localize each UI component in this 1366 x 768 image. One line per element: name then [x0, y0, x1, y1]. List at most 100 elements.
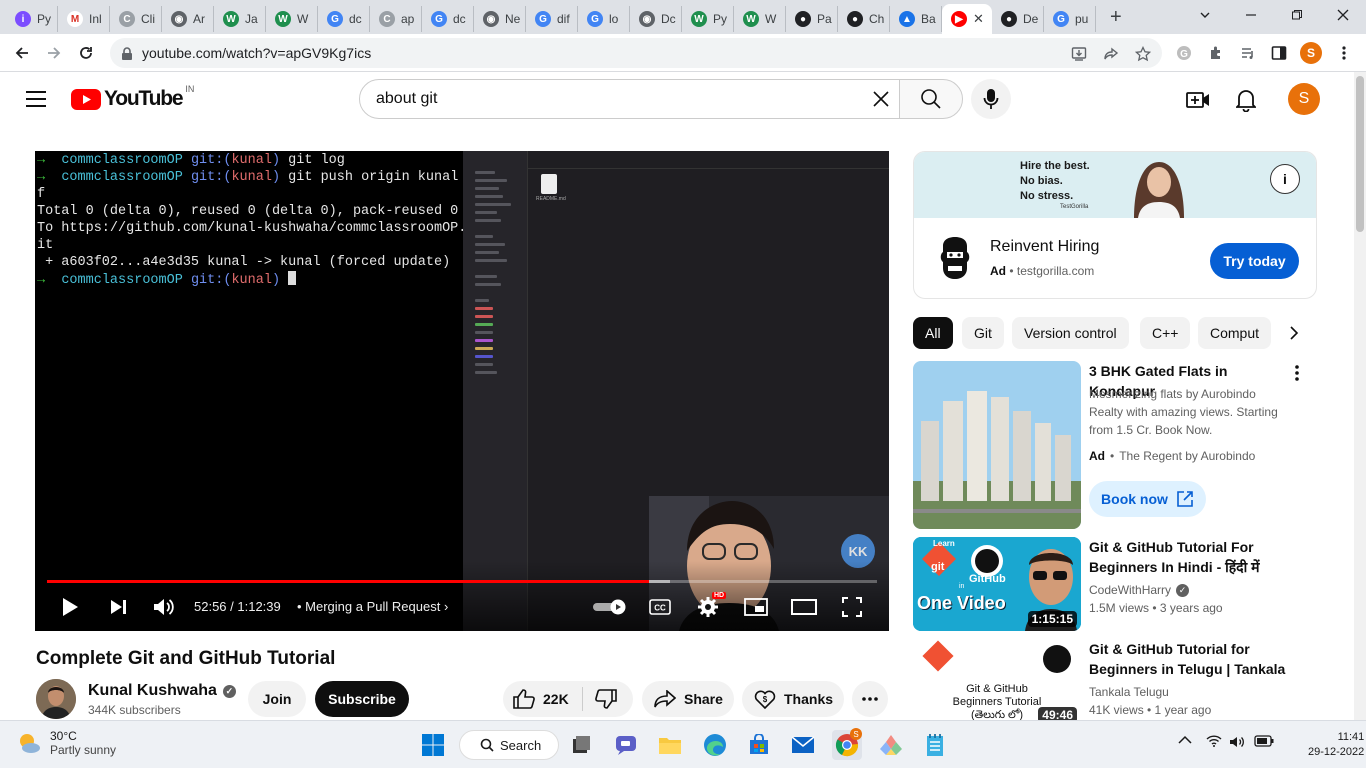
chips-next-button[interactable] — [1276, 317, 1312, 349]
scrollbar-thumb[interactable] — [1356, 76, 1364, 232]
mail-icon[interactable] — [788, 730, 818, 760]
browser-tab[interactable]: ● Pa — [786, 6, 838, 32]
miniplayer-button[interactable] — [743, 594, 769, 620]
media-control-icon[interactable] — [1238, 43, 1258, 63]
browser-tab[interactable]: ◉ Ar — [162, 6, 214, 32]
play-button[interactable] — [57, 594, 83, 620]
chip-cpp[interactable]: C++ — [1140, 317, 1191, 349]
taskbar-search[interactable]: Search — [459, 730, 559, 760]
related-channel[interactable]: CodeWithHarry — [1089, 583, 1171, 597]
chip-computer[interactable]: Comput — [1198, 317, 1272, 349]
browser-tab[interactable]: i Py — [6, 6, 58, 32]
create-video-icon[interactable] — [1185, 87, 1211, 113]
hamburger-menu-icon[interactable] — [26, 90, 46, 108]
chip-git[interactable]: Git — [962, 317, 1004, 349]
join-button[interactable]: Join — [248, 681, 306, 717]
browser-tab[interactable]: WW — [734, 6, 786, 32]
teams-chat-icon[interactable] — [611, 730, 641, 760]
ad-title[interactable]: Reinvent Hiring — [990, 238, 1099, 256]
browser-tab[interactable]: Gdif — [526, 6, 578, 32]
related-thumbnail[interactable]: Git & GitHub Beginners Tutorial (తెలుగు … — [913, 639, 1081, 720]
tab-search-button[interactable] — [1182, 0, 1228, 30]
browser-tab[interactable]: Glo — [578, 6, 630, 32]
browser-tab[interactable]: W Ja — [214, 6, 266, 32]
side-panel-icon[interactable] — [1269, 43, 1289, 63]
browser-tab[interactable]: ▲ Ba — [890, 6, 942, 32]
minimize-button[interactable] — [1228, 0, 1274, 30]
forward-button[interactable] — [42, 41, 66, 65]
browser-tab[interactable]: Gdc — [422, 6, 474, 32]
page-scrollbar[interactable] — [1354, 72, 1366, 720]
autoplay-toggle[interactable] — [592, 594, 628, 620]
notifications-bell-icon[interactable] — [1233, 87, 1259, 113]
browser-tab[interactable]: WW — [266, 6, 318, 32]
more-options-icon[interactable] — [1295, 365, 1299, 381]
dislike-button[interactable] — [583, 689, 617, 709]
battery-icon[interactable] — [1254, 735, 1274, 747]
show-hidden-icons-icon[interactable] — [1178, 735, 1192, 745]
close-window-button[interactable] — [1320, 0, 1366, 30]
theater-mode-button[interactable] — [791, 594, 817, 620]
fullscreen-button[interactable] — [839, 594, 865, 620]
edge-browser-icon[interactable] — [700, 730, 730, 760]
back-button[interactable] — [10, 41, 34, 65]
related-video[interactable]: Learn git GitHub in One Video 1:15:15 Gi… — [913, 537, 1333, 633]
volume-tray-icon[interactable] — [1229, 735, 1245, 749]
book-now-button[interactable]: Book now — [1089, 481, 1206, 517]
kebab-menu-icon[interactable] — [1334, 43, 1354, 63]
browser-tab[interactable]: M Inl — [58, 6, 110, 32]
account-avatar[interactable]: S — [1288, 83, 1320, 115]
address-bar[interactable]: youtube.com/watch?v=apGV9Kg7ics — [110, 38, 1162, 68]
browser-profile-avatar[interactable]: S — [1300, 42, 1322, 64]
grammarly-icon[interactable]: G — [1174, 43, 1194, 63]
related-thumbnail[interactable]: Learn git GitHub in One Video 1:15:15 — [913, 537, 1081, 631]
voice-search-button[interactable] — [971, 79, 1011, 119]
install-icon[interactable] — [1070, 45, 1088, 63]
channel-name[interactable]: Kunal Kushwaha ✓ — [88, 682, 236, 700]
share-button[interactable]: Share — [642, 681, 734, 717]
video-player[interactable]: → commclassroomOP git:(kunal) git log → c… — [35, 151, 889, 631]
reload-button[interactable] — [74, 41, 98, 65]
browser-tab[interactable]: W Py — [682, 6, 734, 32]
start-button[interactable] — [418, 730, 448, 760]
ad-info-icon[interactable]: i — [1270, 164, 1300, 194]
browser-tab[interactable]: ● De — [992, 6, 1044, 32]
extensions-icon[interactable] — [1206, 43, 1226, 63]
search-button[interactable] — [899, 79, 963, 119]
restore-button[interactable] — [1274, 0, 1320, 30]
weather-widget[interactable]: 30°C Partly sunny — [16, 729, 116, 757]
related-video[interactable]: Git & GitHub Beginners Tutorial (తెలుగు … — [913, 639, 1333, 720]
chip-version-control[interactable]: Version control — [1012, 317, 1129, 349]
youtube-logo[interactable]: YouTube IN — [71, 84, 194, 111]
volume-button[interactable] — [151, 594, 177, 620]
wifi-icon[interactable] — [1206, 735, 1222, 747]
sidebar-ad[interactable]: Hire the best. No bias. No stress. TestG… — [913, 151, 1317, 299]
browser-tab[interactable]: Cap — [370, 6, 422, 32]
photos-app-icon[interactable] — [876, 730, 906, 760]
more-actions-button[interactable] — [852, 681, 888, 717]
settings-button[interactable]: HD — [695, 592, 727, 620]
next-button[interactable] — [105, 594, 131, 620]
bookmark-star-icon[interactable] — [1134, 45, 1152, 63]
browser-tab[interactable]: C Cli — [110, 6, 162, 32]
chrome-taskbar-icon[interactable]: S — [832, 728, 862, 760]
related-channel[interactable]: Tankala Telugu — [1089, 685, 1169, 699]
thanks-button[interactable]: $ Thanks — [742, 681, 844, 717]
new-tab-button[interactable]: + — [1110, 6, 1122, 29]
notepad-icon[interactable] — [920, 730, 950, 760]
system-clock[interactable]: 11:41 29-12-2022 — [1308, 730, 1364, 760]
close-tab-icon[interactable]: ✕ — [973, 11, 984, 27]
task-view-icon[interactable] — [566, 730, 596, 760]
like-button[interactable]: 22K — [503, 687, 583, 711]
file-explorer-icon[interactable] — [655, 730, 685, 760]
browser-tab[interactable]: ▶ ✕ — [942, 4, 992, 34]
channel-avatar[interactable] — [36, 679, 76, 719]
chapter-label[interactable]: Merging a Pull Request — [305, 599, 440, 614]
browser-tab[interactable]: ● Ch — [838, 6, 890, 32]
microsoft-store-icon[interactable] — [744, 730, 774, 760]
lock-icon[interactable] — [118, 45, 136, 63]
chip-all[interactable]: All — [913, 317, 953, 349]
browser-tab[interactable]: Gdc — [318, 6, 370, 32]
progress-bar[interactable] — [47, 580, 877, 583]
related-item-ad[interactable]: 3 BHK Gated Flats in Kondapur Mesmerizin… — [913, 361, 1333, 531]
